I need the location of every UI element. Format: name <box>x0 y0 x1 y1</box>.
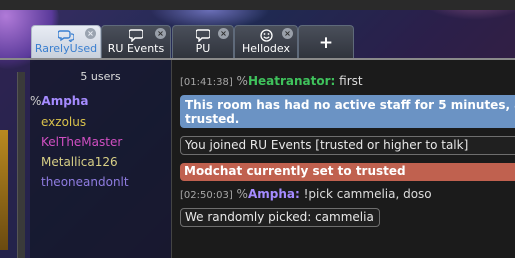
chat-username[interactable]: Heatranator: <box>248 74 335 88</box>
user-list-item[interactable]: theoneandonlt <box>41 175 129 189</box>
user-list-item[interactable]: exzolus <box>41 115 86 129</box>
header-strip <box>0 0 515 10</box>
username: theoneandonlt <box>41 175 129 189</box>
user-count: 5 users <box>80 70 121 83</box>
notice-line: trusted. <box>185 112 240 126</box>
message-text: !pick cammelia, doso <box>303 187 432 201</box>
user-rank: % <box>236 74 248 88</box>
timestamp: [02:50:03] <box>180 190 233 201</box>
user-list-item[interactable]: KelTheMaster <box>41 135 122 149</box>
user-list: 5 users %Ampha exzolus KelTheMaster Meta… <box>30 60 172 258</box>
username: KelTheMaster <box>41 135 123 149</box>
tab-label: Hellodex <box>242 42 290 55</box>
side-scrollbar[interactable] <box>17 72 25 258</box>
tab-rarelyused[interactable]: × RarelyUsed <box>31 25 101 59</box>
chat-message: [02:50:03] %Ampha: !pick cammelia, doso <box>180 187 432 201</box>
message-text: first <box>339 74 363 88</box>
random-pick-result: We randomly picked: cammelia <box>180 208 380 227</box>
close-tab-icon[interactable]: × <box>155 28 166 39</box>
plus-icon: + <box>318 33 334 53</box>
side-panel-art <box>0 130 8 250</box>
room-tab-bar: × RarelyUsed × RU Events × PU × Hellodex… <box>0 0 515 60</box>
tab-label: RarelyUsed <box>34 42 98 55</box>
side-panel-edge <box>0 60 30 258</box>
add-room-button[interactable]: + <box>298 25 354 59</box>
inactive-staff-notice: This room has had no active staff for 5 … <box>180 95 515 128</box>
close-tab-icon[interactable]: × <box>218 28 229 39</box>
close-tab-icon[interactable]: × <box>85 28 96 39</box>
joined-room-notice: You joined RU Events [trusted or higher … <box>180 136 515 155</box>
chat-username[interactable]: Ampha: <box>248 187 300 201</box>
tab-label: PU <box>195 42 211 55</box>
user-rank: % <box>236 187 248 201</box>
username: Metallica126 <box>41 155 118 169</box>
tab-pu[interactable]: × PU <box>172 25 234 59</box>
close-tab-icon[interactable]: × <box>282 28 293 39</box>
user-list-item[interactable]: Metallica126 <box>41 155 118 169</box>
modchat-notice: Modchat currently set to trusted <box>180 163 515 181</box>
tab-ru-events[interactable]: × RU Events <box>101 25 171 59</box>
tab-label: RU Events <box>107 42 165 55</box>
username: Ampha <box>41 94 89 108</box>
chat-log: [01:41:38] %Heatranator: first This room… <box>172 60 515 258</box>
user-list-item[interactable]: %Ampha <box>30 94 88 108</box>
username: exzolus <box>41 115 87 129</box>
user-rank: % <box>30 94 42 108</box>
timestamp: [01:41:38] <box>180 77 233 88</box>
tab-hellodex[interactable]: × Hellodex <box>234 25 298 59</box>
chat-message: [01:41:38] %Heatranator: first <box>180 74 363 88</box>
notice-line: This room has had no active staff for 5 … <box>185 98 515 112</box>
